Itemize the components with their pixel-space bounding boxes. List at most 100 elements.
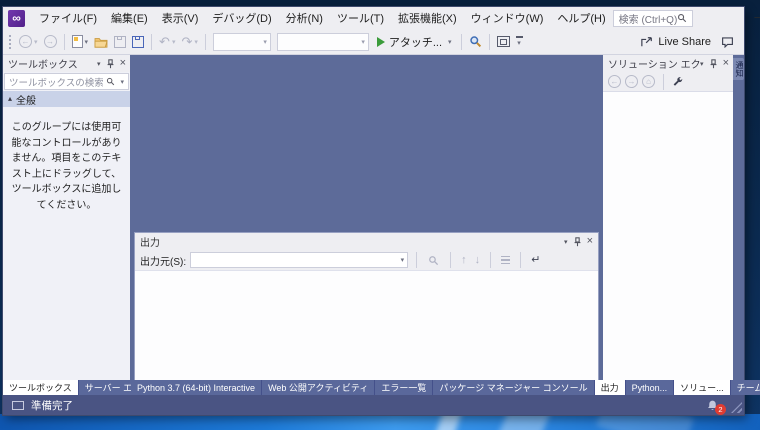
- toolbar-separator: [663, 73, 664, 90]
- toolbar-separator: [460, 33, 462, 50]
- solution-explorer-toolbar: ← → ⌂: [603, 72, 733, 92]
- tab-solution-explorer[interactable]: ソリュー...: [674, 380, 730, 395]
- toolbox-search-input[interactable]: ツールボックスの検索 ▾: [4, 73, 129, 90]
- solution-explorer-content[interactable]: [603, 92, 733, 380]
- toolbox-search-placeholder: ツールボックスの検索: [9, 77, 104, 89]
- pin-icon[interactable]: [709, 58, 718, 69]
- back-icon[interactable]: ←: [608, 75, 621, 88]
- tab-python-interactive[interactable]: Python 3.7 (64-bit) Interactive: [131, 380, 262, 395]
- previous-message-button[interactable]: ↑: [459, 254, 469, 266]
- menu-item-debug[interactable]: デバッグ(D): [205, 7, 278, 29]
- next-message-button[interactable]: ↓: [473, 254, 483, 266]
- close-icon[interactable]: ×: [120, 58, 126, 69]
- window-position-menu-icon[interactable]: ▾: [97, 60, 101, 68]
- standard-toolbar: ← ▾ → ▾ ↶ ▾ ↷ ▾ ▾ ▾ アタッチ... ▾ ▾ Live Sha…: [3, 29, 744, 55]
- chevron-down-icon[interactable]: ▾: [120, 78, 124, 86]
- send-feedback-button[interactable]: [721, 36, 734, 48]
- menu-item-view[interactable]: 表示(V): [155, 7, 206, 29]
- menu-item-window[interactable]: ウィンドウ(W): [464, 7, 551, 29]
- tab-python-environments[interactable]: Python...: [625, 380, 674, 395]
- attach-debugger-button[interactable]: アタッチ... ▾: [372, 32, 457, 52]
- visual-studio-window: ∞ ファイル(F) 編集(E) 表示(V) デバッグ(D) 分析(N) ツール(…: [3, 7, 760, 415]
- close-icon[interactable]: ×: [587, 236, 593, 247]
- ide-misc-button[interactable]: [495, 32, 512, 52]
- status-bar: 準備完了 2: [3, 395, 744, 415]
- tab-team-explorer[interactable]: チーム エ...: [730, 380, 760, 395]
- output-title-bar[interactable]: 出力 ▾ ×: [135, 233, 598, 250]
- notifications-button[interactable]: 2: [706, 399, 726, 415]
- tab-output[interactable]: 出力: [594, 380, 625, 395]
- tab-error-list[interactable]: エラー一覧: [375, 380, 433, 395]
- save-button[interactable]: [112, 32, 128, 52]
- pin-icon[interactable]: [106, 58, 115, 69]
- toolbar-grip-handle[interactable]: [8, 33, 12, 50]
- toolbar-separator: [450, 252, 452, 268]
- clear-all-button[interactable]: [499, 255, 512, 265]
- chevron-down-icon: ▾: [34, 38, 38, 46]
- open-folder-icon: [94, 37, 108, 48]
- solution-platforms-combo[interactable]: ▾: [276, 32, 369, 51]
- menu-item-help[interactable]: ヘルプ(H): [550, 7, 612, 29]
- menu-item-edit[interactable]: 編集(E): [104, 7, 155, 29]
- menu-item-analyze[interactable]: 分析(N): [279, 7, 330, 29]
- output-source-combo[interactable]: ▾: [190, 252, 409, 268]
- pin-icon[interactable]: [573, 236, 582, 247]
- window-controls: ─ □ ×: [741, 7, 760, 29]
- properties-wrench-icon[interactable]: [672, 76, 684, 88]
- forward-icon[interactable]: →: [625, 75, 638, 88]
- window-box-icon: [496, 36, 510, 47]
- overflow-bar: [515, 36, 523, 38]
- toolbox-title-bar[interactable]: ツールボックス ▾ ×: [3, 55, 130, 72]
- toolbox-section-general[interactable]: ▴ 全般: [3, 91, 130, 107]
- menu-item-extensions[interactable]: 拡張機能(X): [391, 7, 464, 29]
- play-icon: [376, 36, 385, 47]
- tab-web-publish-activity[interactable]: Web 公開アクティビティ: [262, 380, 375, 395]
- find-message-button[interactable]: [426, 250, 441, 270]
- status-window-icon: [12, 400, 24, 410]
- chevron-down-icon: ▾: [84, 38, 89, 46]
- share-icon: [641, 36, 653, 46]
- tab-toolbox[interactable]: ツールボックス: [3, 380, 78, 395]
- chevron-down-icon: ▾: [263, 38, 267, 46]
- document-well: 出力 ▾ × 出力元(S): ▾ ↑ ↓ ↵: [130, 55, 603, 380]
- menu-item-file[interactable]: ファイル(F): [32, 7, 104, 29]
- window-position-menu-icon[interactable]: ▾: [700, 60, 704, 68]
- toolbox-title: ツールボックス: [8, 60, 78, 71]
- toolbox-panel: ツールボックス ▾ × ツールボックスの検索 ▾ ▴ 全般 このグループには使用…: [3, 55, 130, 380]
- minimize-button[interactable]: ─: [741, 7, 760, 29]
- chevron-down-icon: ▾: [448, 38, 452, 46]
- solution-explorer-title-bar[interactable]: ソリューション エクスプローラー ▾ ×: [603, 55, 733, 72]
- navigate-forward-button[interactable]: →: [42, 32, 59, 52]
- home-icon[interactable]: ⌂: [642, 75, 655, 88]
- toolbar-separator: [151, 33, 153, 50]
- search-icon: [678, 14, 687, 23]
- toggle-word-wrap-button[interactable]: ↵: [529, 254, 542, 266]
- close-icon[interactable]: ×: [723, 58, 729, 69]
- menu-item-tools[interactable]: ツール(T): [330, 7, 391, 29]
- find-message-icon: [429, 255, 439, 265]
- autohide-tab-notifications[interactable]: 通知: [733, 58, 744, 80]
- tab-package-manager-console[interactable]: パッケージ マネージャー コンソール: [433, 380, 594, 395]
- toolbar-options-button[interactable]: ▾: [515, 36, 523, 47]
- save-all-icon: [132, 35, 145, 48]
- open-file-button[interactable]: [92, 32, 110, 52]
- chevron-down-icon: ▾: [400, 257, 405, 264]
- new-project-button[interactable]: ▾: [70, 32, 91, 52]
- solution-configurations-combo[interactable]: ▾: [212, 32, 271, 51]
- live-share-button[interactable]: Live Share: [640, 36, 711, 48]
- save-all-button[interactable]: [130, 32, 146, 52]
- wallpaper-light-streak: [498, 414, 552, 430]
- redo-button[interactable]: ↷ ▾: [179, 32, 199, 52]
- toolbar-separator: [204, 33, 206, 50]
- window-position-menu-icon[interactable]: ▾: [564, 238, 568, 246]
- undo-button[interactable]: ↶ ▾: [157, 32, 177, 52]
- desktop-wallpaper: [0, 414, 760, 430]
- search-placeholder: 検索 (Ctrl+Q): [618, 14, 678, 26]
- right-panel-tabs: Python... ソリュー... チーム エ...: [625, 380, 760, 395]
- output-toolbar: 出力元(S): ▾ ↑ ↓ ↵: [135, 250, 598, 271]
- output-content[interactable]: [135, 271, 598, 380]
- window-resize-grip[interactable]: [731, 402, 742, 413]
- quick-search-input[interactable]: 検索 (Ctrl+Q): [612, 9, 694, 27]
- find-in-files-button[interactable]: [467, 32, 484, 52]
- navigate-backward-button[interactable]: ← ▾: [17, 32, 40, 52]
